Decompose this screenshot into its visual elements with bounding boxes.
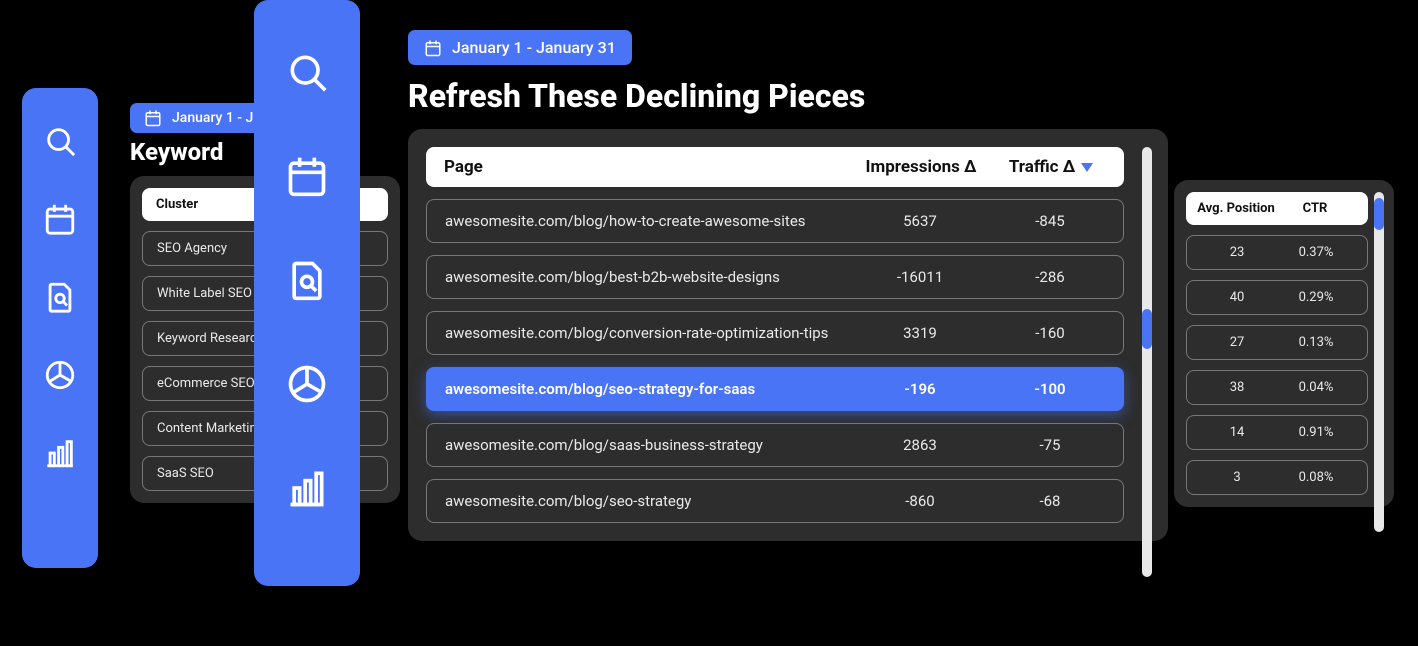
- cell-page: awesomesite.com/blog/saas-business-strat…: [445, 436, 845, 454]
- metric-row[interactable]: 400.29%: [1186, 280, 1368, 315]
- declining-header-row: Page Impressions Δ Traffic Δ: [426, 147, 1124, 187]
- scrollbar-thumb[interactable]: [1142, 309, 1152, 349]
- scrollbar-thumb[interactable]: [1374, 198, 1384, 230]
- scrollbar-track[interactable]: [1374, 192, 1384, 532]
- declining-panel: Page Impressions Δ Traffic Δ awesomesite…: [408, 129, 1168, 541]
- dashboard-metrics: Avg. Position CTR 230.37% 400.29% 270.13% 3…: [1174, 180, 1394, 507]
- metric-row[interactable]: 380.04%: [1186, 370, 1368, 405]
- cell-page: awesomesite.com/blog/best-b2b-website-de…: [445, 268, 845, 286]
- cell-impressions: 3319: [845, 324, 995, 342]
- bar-chart-icon[interactable]: [285, 466, 329, 510]
- header-page: Page: [444, 157, 846, 177]
- header-avg-position: Avg. Position: [1192, 201, 1280, 216]
- cell-avg-position: 38: [1193, 380, 1281, 395]
- page-title: Refresh These Declining Pieces: [408, 77, 1168, 115]
- cluster-header: Cluster: [156, 197, 198, 212]
- calendar-icon: [424, 39, 442, 57]
- cell-ctr: 0.37%: [1281, 245, 1351, 260]
- declining-row[interactable]: awesomesite.com/blog/conversion-rate-opt…: [426, 311, 1124, 355]
- cell-impressions: 2863: [845, 436, 995, 454]
- calendar-icon[interactable]: [285, 154, 329, 198]
- metric-row[interactable]: 230.37%: [1186, 235, 1368, 270]
- cell-traffic: -160: [995, 324, 1105, 342]
- sidebar-large: [254, 0, 360, 586]
- report-icon[interactable]: [285, 258, 329, 302]
- cell-avg-position: 27: [1193, 335, 1281, 350]
- sort-descending-icon: [1081, 163, 1093, 172]
- declining-row[interactable]: awesomesite.com/blog/saas-business-strat…: [426, 423, 1124, 467]
- calendar-icon[interactable]: [43, 202, 77, 236]
- pie-chart-icon[interactable]: [285, 362, 329, 406]
- cell-impressions: 5637: [845, 212, 995, 230]
- sidebar-small: [22, 88, 98, 568]
- declining-row[interactable]: awesomesite.com/blog/best-b2b-website-de…: [426, 255, 1124, 299]
- cell-traffic: -68: [995, 492, 1105, 510]
- pie-chart-icon[interactable]: [43, 358, 77, 392]
- header-impressions[interactable]: Impressions Δ: [846, 157, 996, 177]
- cell-ctr: 0.91%: [1281, 425, 1351, 440]
- search-icon[interactable]: [285, 50, 329, 94]
- cell-avg-position: 40: [1193, 290, 1281, 305]
- report-icon[interactable]: [43, 280, 77, 314]
- declining-row[interactable]: awesomesite.com/blog/how-to-create-aweso…: [426, 199, 1124, 243]
- dashboard-declining-pieces: January 1 - January 31 Refresh These Dec…: [408, 30, 1168, 541]
- metrics-panel: Avg. Position CTR 230.37% 400.29% 270.13% 3…: [1174, 180, 1394, 507]
- cell-avg-position: 3: [1193, 470, 1281, 485]
- header-traffic[interactable]: Traffic Δ: [996, 157, 1106, 177]
- metric-row[interactable]: 30.08%: [1186, 460, 1368, 495]
- bar-chart-icon[interactable]: [43, 436, 77, 470]
- cell-ctr: 0.04%: [1281, 380, 1351, 395]
- metrics-header-row: Avg. Position CTR: [1186, 192, 1368, 225]
- cell-ctr: 0.08%: [1281, 470, 1351, 485]
- date-range-pill[interactable]: January 1 - January 31: [408, 30, 632, 65]
- cell-ctr: 0.29%: [1281, 290, 1351, 305]
- cell-traffic: -845: [995, 212, 1105, 230]
- cell-traffic: -286: [995, 268, 1105, 286]
- search-icon[interactable]: [43, 124, 77, 158]
- cell-avg-position: 14: [1193, 425, 1281, 440]
- cell-page: awesomesite.com/blog/conversion-rate-opt…: [445, 324, 845, 342]
- calendar-icon: [144, 109, 162, 127]
- cell-impressions: -16011: [845, 268, 995, 286]
- cell-page: awesomesite.com/blog/how-to-create-aweso…: [445, 212, 845, 230]
- cell-ctr: 0.13%: [1281, 335, 1351, 350]
- cell-page: awesomesite.com/blog/seo-strategy-for-sa…: [445, 380, 845, 398]
- cell-impressions: -196: [845, 380, 995, 398]
- declining-row[interactable]: awesomesite.com/blog/seo-strategy-for-sa…: [426, 367, 1124, 411]
- scrollbar-track[interactable]: [1142, 147, 1152, 577]
- date-range-label: January 1 - January 31: [452, 38, 616, 57]
- metric-row[interactable]: 270.13%: [1186, 325, 1368, 360]
- cell-traffic: -100: [995, 380, 1105, 398]
- header-traffic-label: Traffic Δ: [1009, 157, 1075, 177]
- cell-page: awesomesite.com/blog/seo-strategy: [445, 492, 845, 510]
- cell-impressions: -860: [845, 492, 995, 510]
- cell-avg-position: 23: [1193, 245, 1281, 260]
- declining-row[interactable]: awesomesite.com/blog/seo-strategy-860-68: [426, 479, 1124, 523]
- metric-row[interactable]: 140.91%: [1186, 415, 1368, 450]
- header-ctr: CTR: [1280, 201, 1350, 216]
- cell-traffic: -75: [995, 436, 1105, 454]
